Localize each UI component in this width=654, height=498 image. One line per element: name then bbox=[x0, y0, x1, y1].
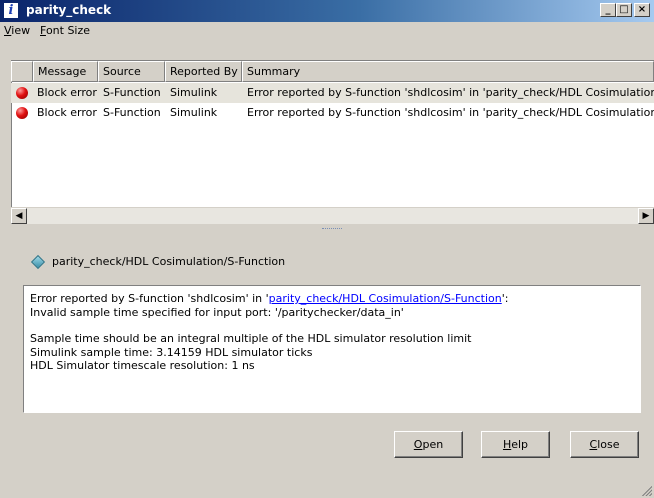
row-reported-by: Simulink bbox=[170, 86, 218, 99]
row-message: Block error bbox=[37, 86, 97, 99]
error-icon bbox=[16, 87, 28, 99]
resize-grip-icon[interactable] bbox=[640, 484, 652, 496]
minimize-button[interactable]: _ bbox=[600, 3, 616, 17]
window-controls: _ □ × bbox=[600, 3, 650, 17]
row-message: Block error bbox=[37, 106, 97, 119]
column-header-reported-by[interactable]: Reported By bbox=[165, 61, 242, 82]
row-source: S-Function bbox=[103, 86, 161, 99]
message-detail-pane: Error reported by S-function 'shdlcosim'… bbox=[23, 285, 641, 413]
column-header-message[interactable]: Message bbox=[33, 61, 98, 82]
help-button-accel: H bbox=[502, 438, 512, 451]
block-diamond-icon bbox=[30, 254, 46, 270]
column-header-icon[interactable] bbox=[11, 61, 33, 82]
info-icon: i bbox=[4, 3, 18, 18]
menu-view[interactable]: View bbox=[4, 24, 30, 37]
horizontal-scrollbar[interactable]: ◀ ▶ bbox=[11, 207, 654, 224]
column-header-source[interactable]: Source bbox=[98, 61, 165, 82]
row-reported-by: Simulink bbox=[170, 106, 218, 119]
close-button-label: lose bbox=[597, 438, 620, 451]
detail-line-1: Error reported by S-function 'shdlcosim'… bbox=[30, 292, 634, 306]
open-button-label: pen bbox=[422, 438, 444, 451]
row-summary: Error reported by S-function 'shdlcosim'… bbox=[247, 106, 654, 119]
row-summary: Error reported by S-function 'shdlcosim'… bbox=[247, 86, 654, 99]
block-path-link[interactable]: parity_check/HDL Cosimulation/S-Function bbox=[269, 292, 502, 305]
close-window-button[interactable]: × bbox=[634, 3, 650, 17]
detail-line-2: Invalid sample time specified for input … bbox=[30, 305, 404, 319]
help-button[interactable]: Help bbox=[481, 431, 550, 458]
detail-line-5: HDL Simulator timescale resolution: 1 ns bbox=[30, 359, 255, 372]
scroll-left-arrow-icon[interactable]: ◀ bbox=[11, 208, 27, 224]
table-row[interactable]: Block error S-Function Simulink Error re… bbox=[11, 83, 654, 103]
table-row[interactable]: Block error S-Function Simulink Error re… bbox=[11, 103, 654, 123]
block-path-label: parity_check/HDL Cosimulation/S-Function bbox=[52, 255, 286, 268]
maximize-button[interactable]: □ bbox=[616, 3, 632, 17]
error-icon bbox=[16, 107, 28, 119]
detail-line-4: Simulink sample time: 3.14159 HDL simula… bbox=[30, 345, 313, 359]
table-header: Message Source Reported By Summary bbox=[11, 61, 654, 82]
menu-bar: View Font Size bbox=[0, 22, 654, 40]
column-header-summary[interactable]: Summary bbox=[242, 61, 654, 82]
help-button-label: elp bbox=[511, 438, 529, 451]
menu-font-size[interactable]: Font Size bbox=[40, 24, 90, 37]
pane-splitter[interactable] bbox=[322, 228, 342, 231]
detail-line-1-suffix: ': bbox=[501, 292, 509, 305]
scroll-right-arrow-icon[interactable]: ▶ bbox=[638, 208, 654, 224]
detail-line-1-prefix: Error reported by S-function 'shdlcosim'… bbox=[30, 292, 269, 305]
detail-line-3: Sample time should be an integral multip… bbox=[30, 332, 472, 345]
menu-font-size-label: ont Size bbox=[45, 24, 91, 37]
window-title: parity_check bbox=[26, 3, 112, 17]
title-bar[interactable]: i parity_check _ □ × bbox=[0, 0, 654, 22]
open-button[interactable]: Open bbox=[394, 431, 463, 458]
diagnostic-viewer-window: i parity_check _ □ × View Font Size Mess… bbox=[0, 0, 654, 498]
row-source: S-Function bbox=[103, 106, 161, 119]
detail-spacer bbox=[30, 319, 634, 332]
menu-view-label: iew bbox=[11, 24, 31, 37]
close-button[interactable]: Close bbox=[570, 431, 639, 458]
